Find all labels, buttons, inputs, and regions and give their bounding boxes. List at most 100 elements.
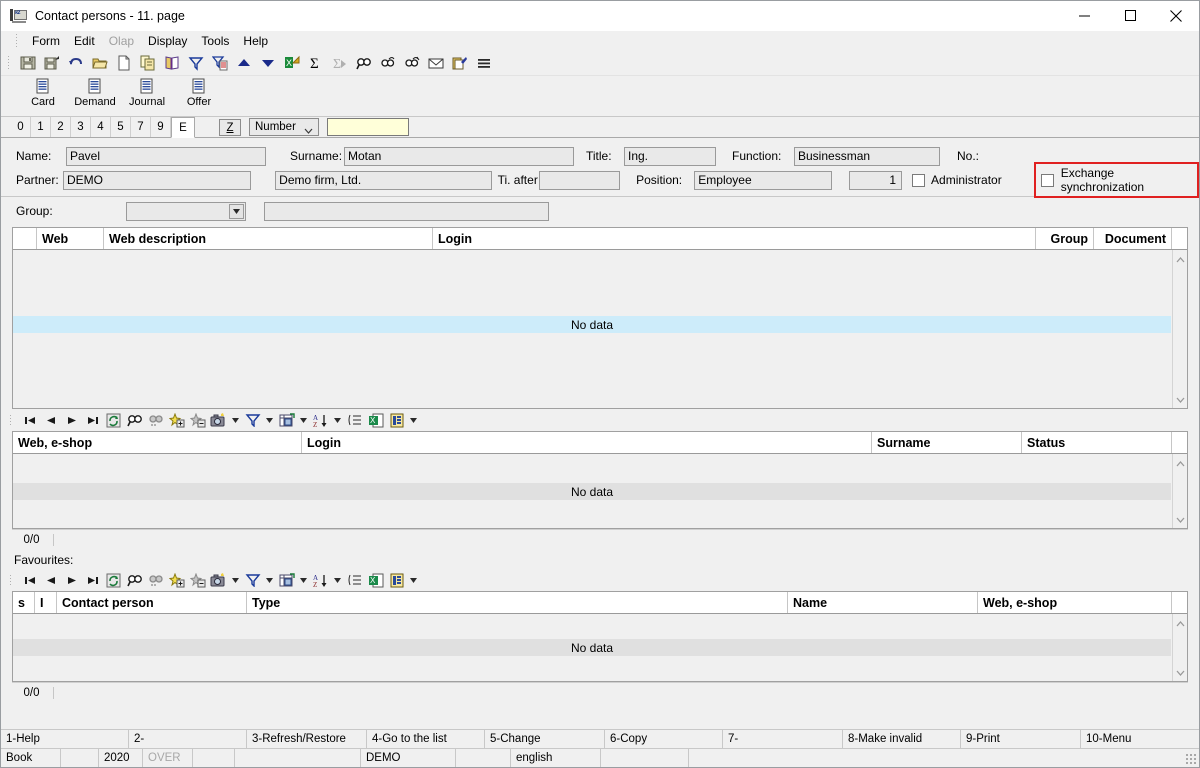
find-next-icon[interactable] (377, 52, 399, 74)
dropdown-icon[interactable] (297, 410, 310, 430)
fkey-3-refresh[interactable]: 3-Refresh/Restore (247, 730, 367, 748)
refresh-icon[interactable] (103, 570, 124, 590)
mail-icon[interactable] (425, 52, 447, 74)
sort-az-icon[interactable]: AZ (310, 410, 331, 430)
tab-e[interactable]: E (171, 117, 195, 138)
list-icon[interactable] (344, 570, 365, 590)
eshop-col-surname[interactable]: Surname (872, 432, 1022, 453)
eshop-grid-empty-row[interactable]: No data (13, 483, 1171, 500)
fkey-10-menu[interactable]: 10-Menu (1081, 730, 1199, 748)
title-after-field[interactable] (539, 171, 620, 190)
excel-icon[interactable]: X (365, 570, 386, 590)
dropdown-icon[interactable] (407, 410, 420, 430)
grid-settings-icon[interactable] (276, 410, 297, 430)
web-col-group[interactable]: Group (1036, 228, 1094, 249)
excel-export-icon[interactable]: X (281, 52, 303, 74)
snapshot-icon[interactable] (208, 570, 229, 590)
filter-icon[interactable] (242, 410, 263, 430)
save-icon[interactable] (17, 52, 39, 74)
favourites-grid-empty-row[interactable]: No data (13, 639, 1171, 656)
open-folder-icon[interactable] (89, 52, 111, 74)
web-grid-empty-row[interactable]: No data (13, 316, 1171, 333)
sort-field-select[interactable]: Number (249, 118, 319, 136)
fkey-7[interactable]: 7- (723, 730, 843, 748)
delete-record-icon[interactable] (187, 570, 208, 590)
fav-col-web-eshop[interactable]: Web, e-shop (978, 592, 1172, 613)
last-record-icon[interactable] (82, 410, 103, 430)
quick-search-input[interactable] (327, 118, 409, 136)
menu-item-form[interactable]: Form (25, 33, 67, 49)
undo-icon[interactable] (65, 52, 87, 74)
tab-9[interactable]: 9 (151, 117, 171, 137)
book-icon[interactable] (161, 52, 183, 74)
tab-7[interactable]: 7 (131, 117, 151, 137)
partner-name-field[interactable]: Demo firm, Ltd. (275, 171, 491, 190)
dropdown-icon[interactable] (229, 410, 242, 430)
maximize-icon[interactable] (1107, 1, 1153, 31)
filter-edit-icon[interactable] (209, 52, 231, 74)
exchange-sync-checkbox[interactable] (1041, 174, 1054, 187)
scroll-up-icon[interactable] (1176, 456, 1185, 470)
fav-col-i[interactable]: I (35, 592, 57, 613)
previous-record-icon[interactable] (40, 570, 61, 590)
subtotal-icon[interactable]: Σ (329, 52, 351, 74)
scroll-down-icon[interactable] (1176, 512, 1185, 526)
next-record-icon[interactable] (61, 410, 82, 430)
menu-item-edit[interactable]: Edit (67, 33, 102, 49)
position-field[interactable]: Employee (694, 171, 832, 190)
dropdown-icon[interactable] (331, 570, 344, 590)
web-col-web[interactable]: Web (37, 228, 104, 249)
refresh-icon[interactable] (103, 410, 124, 430)
group-combo[interactable] (126, 202, 246, 221)
card-button[interactable]: Card (17, 76, 69, 116)
web-grid-scrollbar[interactable] (1172, 250, 1187, 408)
first-record-icon[interactable] (19, 410, 40, 430)
copy-icon[interactable] (137, 52, 159, 74)
dropdown-icon[interactable] (407, 570, 420, 590)
save-as-icon[interactable] (41, 52, 63, 74)
filter-icon[interactable] (185, 52, 207, 74)
eshop-col-status[interactable]: Status (1022, 432, 1172, 453)
fav-col-contact-person[interactable]: Contact person (57, 592, 247, 613)
fkey-1-help[interactable]: 1-Help (1, 730, 129, 748)
grid-settings-icon[interactable] (276, 570, 297, 590)
surname-field[interactable]: Motan (344, 147, 574, 166)
eshop-col-login[interactable]: Login (302, 432, 872, 453)
dropdown-icon[interactable] (263, 570, 276, 590)
previous-record-icon[interactable] (40, 410, 61, 430)
excel-icon[interactable]: X (365, 410, 386, 430)
find-next-icon[interactable] (145, 410, 166, 430)
tab-1[interactable]: 1 (31, 117, 51, 137)
scroll-down-icon[interactable] (1176, 392, 1185, 406)
close-icon[interactable] (1153, 1, 1199, 31)
number-field[interactable]: 1 (849, 171, 902, 190)
function-field[interactable]: Businessman (794, 147, 940, 166)
next-record-icon[interactable] (61, 570, 82, 590)
journal-button[interactable]: Journal (121, 76, 173, 116)
scroll-up-icon[interactable] (1176, 252, 1185, 266)
find-prev-icon[interactable] (401, 52, 423, 74)
menu-item-help[interactable]: Help (236, 33, 275, 49)
title-field[interactable]: Ing. (624, 147, 716, 166)
web-col-document[interactable]: Document (1094, 228, 1172, 249)
minimize-icon[interactable] (1061, 1, 1107, 31)
fav-col-name[interactable]: Name (788, 592, 978, 613)
columns-icon[interactable] (386, 410, 407, 430)
tab-4[interactable]: 4 (91, 117, 111, 137)
filter-icon[interactable] (242, 570, 263, 590)
dropdown-icon[interactable] (263, 410, 276, 430)
delete-record-icon[interactable] (187, 410, 208, 430)
find-next-icon[interactable] (145, 570, 166, 590)
favourites-grid-scrollbar[interactable] (1172, 614, 1187, 681)
fav-col-s[interactable]: s (13, 592, 35, 613)
find-icon[interactable] (124, 410, 145, 430)
add-record-icon[interactable] (166, 570, 187, 590)
dropdown-icon[interactable] (229, 570, 242, 590)
move-up-icon[interactable] (233, 52, 255, 74)
scroll-down-icon[interactable] (1176, 665, 1185, 679)
eshop-grid-scrollbar[interactable] (1172, 454, 1187, 528)
last-record-icon[interactable] (82, 570, 103, 590)
menu-item-tools[interactable]: Tools (194, 33, 236, 49)
web-col-blank[interactable] (13, 228, 37, 249)
group-text-field[interactable] (264, 202, 549, 221)
